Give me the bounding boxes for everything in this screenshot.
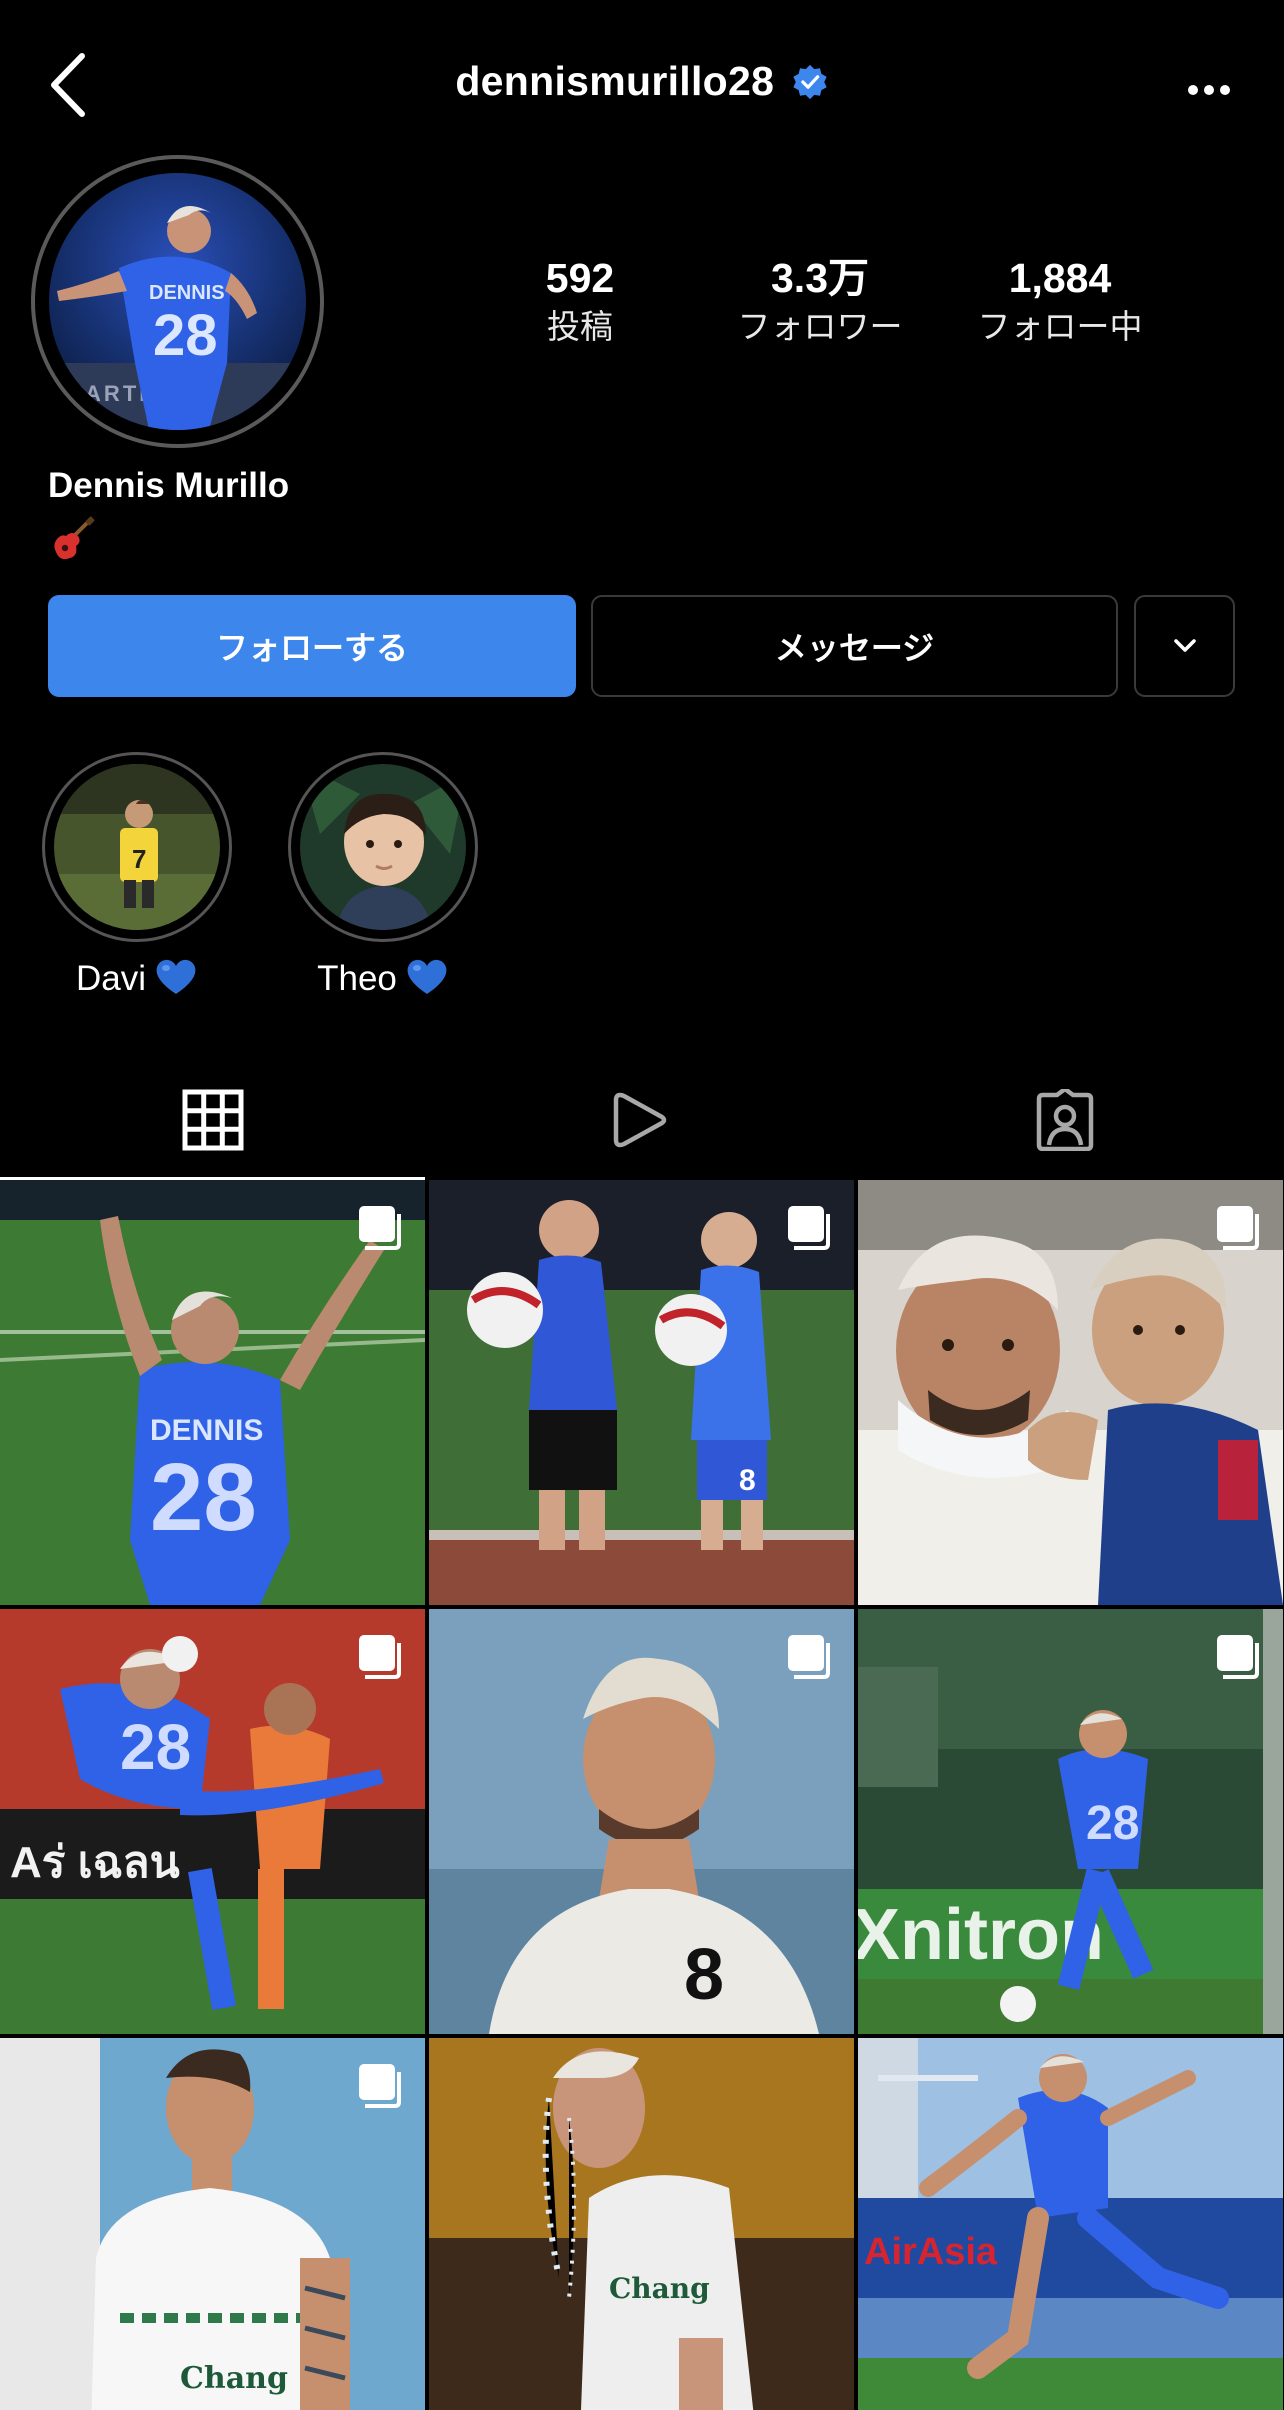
svg-text:28: 28 — [120, 1711, 191, 1783]
highlight-label-text: Theo — [317, 959, 397, 998]
svg-text:28: 28 — [153, 303, 218, 368]
post-thumbnail[interactable]: Chang — [429, 2038, 854, 2410]
profile-stats: 592 投稿 3.3万 フォロワー 1,884 フォロー中 — [460, 252, 1220, 362]
posts-count[interactable]: 592 投稿 — [460, 252, 700, 350]
svg-text:Chang: Chang — [180, 2361, 288, 2396]
svg-text:28: 28 — [150, 1444, 257, 1551]
svg-text:28: 28 — [1086, 1797, 1139, 1850]
grid-icon — [182, 1089, 244, 1151]
display-name: Dennis Murillo — [48, 466, 290, 505]
highlight-davi[interactable]: 7 Davi — [42, 752, 232, 999]
highlight-cover-image: 7 — [54, 764, 220, 930]
reels-play-icon — [613, 1092, 667, 1148]
highlight-label: Theo — [288, 956, 478, 999]
message-button[interactable]: メッセージ — [591, 595, 1118, 697]
verified-badge-icon — [793, 64, 827, 99]
username: dennismurillo28 — [455, 58, 775, 104]
followers-count-label: フォロワー — [737, 308, 903, 345]
suggested-accounts-button[interactable] — [1134, 595, 1235, 697]
profile-content-tabs — [0, 1060, 1284, 1180]
guitar-emoji-icon — [54, 516, 95, 560]
svg-text:DENNIS: DENNIS — [149, 282, 225, 304]
post-thumbnail[interactable]: DENNIS 28 — [0, 1180, 425, 1605]
post-thumbnail[interactable]: Chang — [0, 2038, 425, 2410]
highlight-label: Davi — [42, 956, 232, 999]
multiple-photos-icon — [359, 1635, 401, 1679]
highlight-label-text: Davi — [75, 959, 147, 998]
posts-count-label: 投稿 — [547, 308, 613, 345]
post-thumbnail[interactable]: AirAsia — [858, 2038, 1283, 2410]
following-count-value: 1,884 — [1008, 255, 1112, 301]
svg-text:Chang: Chang — [609, 2272, 710, 2305]
followers-count[interactable]: 3.3万 フォロワー — [700, 252, 940, 350]
blue-heart-icon — [156, 959, 196, 994]
profile-avatar: PARTN DENNIS 28 — [49, 173, 306, 430]
highlight-theo[interactable]: Theo — [288, 752, 478, 999]
top-nav-bar: dennismurillo28 — [0, 0, 1284, 176]
following-count[interactable]: 1,884 フォロー中 — [940, 252, 1180, 350]
svg-text:AirAsia: AirAsia — [864, 2231, 998, 2273]
profile-screen: dennismurillo28 PARTN DENNIS 28 592 投稿 3… — [0, 0, 1284, 2410]
tagged-person-icon — [1036, 1089, 1094, 1151]
username-title: dennismurillo28 — [0, 58, 1284, 105]
highlight-ring: 7 — [42, 752, 232, 942]
follow-button[interactable]: フォローする — [48, 595, 576, 697]
chevron-down-icon — [1173, 639, 1196, 652]
multiple-photos-icon — [1217, 1206, 1259, 1250]
posts-count-value: 592 — [545, 255, 615, 301]
tab-posts-grid[interactable] — [0, 1060, 426, 1180]
svg-text:7: 7 — [132, 844, 146, 874]
followers-count-value: 3.3万 — [771, 255, 869, 301]
multiple-photos-icon — [788, 1206, 830, 1250]
post-thumbnail[interactable]: 8 — [429, 1609, 854, 2034]
multiple-photos-icon — [788, 1635, 830, 1679]
post-thumbnail[interactable]: Aร่ เฉลน 28 — [0, 1609, 425, 2034]
post-thumbnail[interactable]: Xnitron 28 — [858, 1609, 1283, 2034]
highlight-ring — [288, 752, 478, 942]
blue-heart-icon — [407, 959, 447, 994]
svg-text:Aร่ เฉลน: Aร่ เฉลน — [10, 1838, 180, 1887]
more-options-button[interactable] — [1174, 60, 1244, 120]
multiple-photos-icon — [359, 2064, 401, 2108]
tab-tagged[interactable] — [852, 1060, 1278, 1180]
svg-text:8: 8 — [739, 1464, 756, 1497]
post-thumbnail[interactable] — [858, 1180, 1283, 1605]
highlight-cover-image — [300, 764, 466, 930]
profile-avatar-ring[interactable]: PARTN DENNIS 28 — [31, 155, 324, 448]
multiple-photos-icon — [1217, 1635, 1259, 1679]
ellipsis-icon — [1188, 85, 1230, 95]
tab-reels[interactable] — [426, 1060, 852, 1180]
svg-text:8: 8 — [684, 1935, 724, 2015]
multiple-photos-icon — [359, 1206, 401, 1250]
svg-text:DENNIS: DENNIS — [150, 1414, 263, 1447]
post-thumbnail[interactable]: 8 — [429, 1180, 854, 1605]
following-count-label: フォロー中 — [977, 308, 1143, 345]
